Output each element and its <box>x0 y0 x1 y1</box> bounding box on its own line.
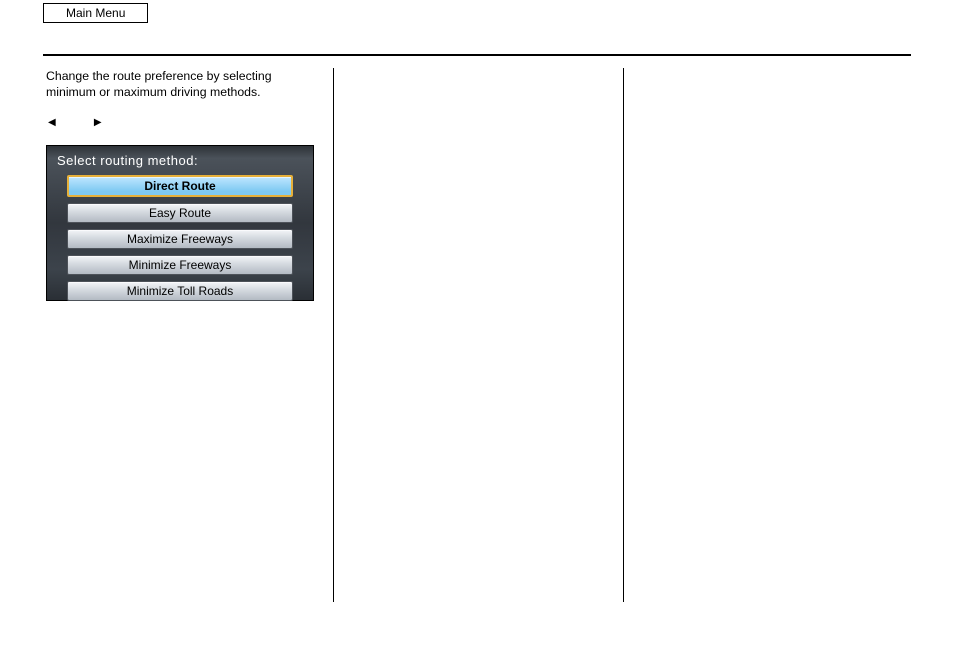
gps-option-minimize-toll[interactable]: Minimize Toll Roads <box>67 281 293 301</box>
content-columns: Change the route preference by selecting… <box>43 68 911 602</box>
gps-option-easy-route[interactable]: Easy Route <box>67 203 293 223</box>
gps-option-maximize-fwy[interactable]: Maximize Freeways <box>67 229 293 249</box>
column-3 <box>623 68 911 602</box>
breadcrumb-main-menu[interactable]: Main Menu <box>43 3 148 23</box>
lead-paragraph: Change the route preference by selecting… <box>46 68 315 100</box>
page-footer: Navigation 109 <box>43 620 911 634</box>
breadcrumb: Main Menu <box>43 3 148 23</box>
gps-option-direct-route[interactable]: Direct Route <box>67 175 293 197</box>
gps-screenshot: Select routing method: Direct Route Easy… <box>46 145 314 301</box>
horizontal-rule <box>43 54 911 56</box>
gps-screen-title: Select routing method: <box>57 152 303 169</box>
gps-option-minimize-fwy[interactable]: Minimize Freeways <box>67 255 293 275</box>
left-arrow-icon: ◀ <box>48 116 56 129</box>
right-arrow-icon: ▶ <box>94 116 102 129</box>
column-1: Change the route preference by selecting… <box>43 68 333 602</box>
voice-control-hint: ◀ ▶ <box>46 114 315 130</box>
column-2 <box>333 68 623 602</box>
